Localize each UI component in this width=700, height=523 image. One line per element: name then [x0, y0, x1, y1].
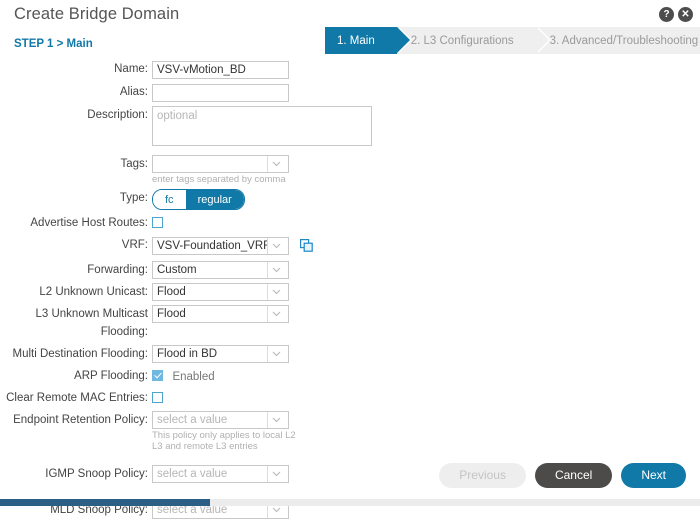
clear-remote-mac-label: Clear Remote MAC Entries:: [6, 392, 148, 404]
alias-input[interactable]: [152, 84, 289, 102]
l2-unknown-unicast-select[interactable]: Flood: [152, 283, 289, 301]
wizard-step-main[interactable]: 1. Main: [325, 27, 412, 54]
endpoint-retention-select[interactable]: select a value: [152, 411, 289, 429]
field-row-forwarding: Forwarding: Custom: [0, 261, 700, 279]
l2-unknown-unicast-value: Flood: [157, 286, 186, 298]
clear-remote-mac-checkbox[interactable]: [152, 392, 163, 403]
create-bridge-domain-dialog: Create Bridge Domain STEP 1 > Main ? ✕ 1…: [0, 0, 700, 519]
type-option-fc[interactable]: fc: [153, 190, 186, 209]
tags-select[interactable]: [152, 155, 289, 173]
multi-destination-label: Multi Destination Flooding:: [12, 348, 148, 360]
vrf-label: VRF:: [121, 239, 148, 251]
arp-flooding-checkbox[interactable]: [152, 370, 163, 381]
field-row-vrf: VRF: VSV-Foundation_VRF: [0, 236, 700, 257]
field-row-tags: Tags: enter tags separated by comma: [0, 155, 700, 185]
field-row-advertise-host-routes: Advertise Host Routes:: [0, 214, 700, 232]
multi-destination-select[interactable]: Flood in BD: [152, 345, 289, 363]
field-row-type: Type: fc regular: [0, 189, 700, 210]
chevron-down-icon: [267, 306, 284, 322]
previous-button[interactable]: Previous: [439, 462, 526, 488]
vrf-value: VSV-Foundation_VRF: [157, 240, 267, 252]
field-row-l3-unknown-multicast: L3 Unknown Multicast Flooding: Flood: [0, 305, 700, 341]
alias-label: Alias:: [119, 86, 148, 98]
field-row-name: Name:: [0, 60, 700, 79]
field-row-endpoint-retention: Endpoint Retention Policy: select a valu…: [0, 411, 700, 452]
field-row-l2-unknown-unicast: L2 Unknown Unicast: Flood: [0, 283, 700, 301]
breadcrumb: STEP 1 > Main: [14, 38, 93, 50]
close-icon[interactable]: ✕: [678, 7, 693, 22]
wizard-step-label: 1. Main: [337, 34, 375, 47]
new-window-icon[interactable]: [300, 239, 314, 257]
field-row-arp-flooding: ARP Flooding: Enabled: [0, 367, 700, 385]
name-input[interactable]: [152, 61, 289, 79]
chevron-down-icon: [267, 238, 284, 254]
type-toggle[interactable]: fc regular: [152, 189, 245, 210]
scrollbar-thumb[interactable]: [0, 499, 210, 506]
endpoint-retention-label: Endpoint Retention Policy:: [13, 414, 148, 426]
wizard-step-l3-configurations[interactable]: 2. L3 Configurations: [396, 27, 551, 54]
l3-unknown-multicast-value: Flood: [157, 308, 186, 320]
description-textarea[interactable]: [152, 106, 372, 146]
page-title: Create Bridge Domain: [14, 5, 180, 23]
chevron-down-icon: [267, 284, 284, 300]
advertise-host-routes-checkbox[interactable]: [152, 217, 163, 228]
wizard-step-advanced-troubleshooting[interactable]: 3. Advanced/Troubleshooting: [535, 27, 700, 54]
chevron-down-icon: [267, 412, 284, 428]
l3-unknown-multicast-label: L3 Unknown Multicast Flooding:: [35, 308, 149, 338]
field-row-clear-remote-mac: Clear Remote MAC Entries:: [0, 389, 700, 407]
chevron-down-icon: [267, 262, 284, 278]
field-row-alias: Alias:: [0, 83, 700, 102]
type-option-regular[interactable]: regular: [185, 190, 244, 209]
next-button[interactable]: Next: [621, 462, 686, 488]
chevron-down-icon: [267, 156, 284, 172]
type-label: Type:: [119, 192, 148, 204]
chevron-down-icon: [267, 346, 284, 362]
vrf-select[interactable]: VSV-Foundation_VRF: [152, 237, 289, 255]
window-controls: ? ✕: [659, 7, 693, 22]
tags-label: Tags:: [120, 158, 149, 170]
tags-hint: enter tags separated by comma: [152, 174, 286, 185]
field-row-description: Description:: [0, 106, 700, 151]
wizard-step-label: 3. Advanced/Troubleshooting: [549, 34, 699, 47]
arp-flooding-text: Enabled: [172, 371, 215, 383]
help-icon[interactable]: ?: [659, 7, 674, 22]
bridge-domain-form: Name: Alias: Description: Tags:: [0, 60, 700, 523]
forwarding-select[interactable]: Custom: [152, 261, 289, 279]
field-row-multi-destination: Multi Destination Flooding: Flood in BD: [0, 345, 700, 363]
arp-flooding-label: ARP Flooding:: [74, 370, 148, 382]
name-label: Name:: [114, 63, 148, 75]
wizard-steps: 1. Main 2. L3 Configurations 3. Advanced…: [325, 27, 700, 54]
l2-unknown-unicast-label: L2 Unknown Unicast:: [39, 286, 148, 298]
advertise-host-routes-label: Advertise Host Routes:: [30, 217, 148, 229]
description-label: Description:: [87, 109, 148, 121]
forwarding-label: Forwarding:: [87, 264, 148, 276]
cancel-button[interactable]: Cancel: [534, 462, 613, 488]
forwarding-value: Custom: [157, 264, 197, 276]
multi-destination-value: Flood in BD: [157, 348, 218, 360]
l3-unknown-multicast-select[interactable]: Flood: [152, 305, 289, 323]
horizontal-scrollbar[interactable]: [0, 499, 700, 506]
endpoint-retention-hint: This policy only applies to local L2 L3 …: [152, 430, 296, 452]
wizard-step-label: 2. L3 Configurations: [410, 34, 514, 47]
dialog-footer: Previous Cancel Next: [0, 456, 700, 494]
endpoint-retention-value: select a value: [157, 414, 228, 426]
